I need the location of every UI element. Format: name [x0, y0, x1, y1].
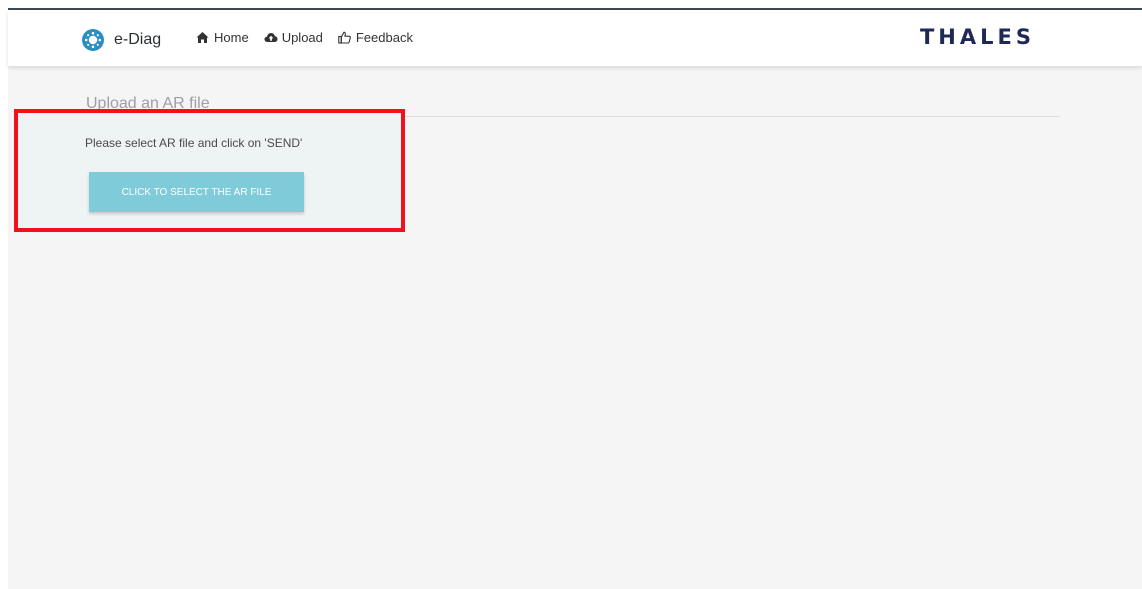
brand-name: e-Diag	[114, 31, 162, 48]
nav-feedback-label: Feedback	[355, 30, 413, 45]
sun-gear-icon	[82, 29, 104, 51]
nav-upload-label: Upload	[281, 30, 323, 45]
home-icon	[196, 31, 209, 44]
brand[interactable]: e-Diag	[82, 28, 161, 52]
navbar: e-Diag Home Upload Feedback THALES	[8, 10, 1142, 66]
main-content: Upload an AR file Please select AR file …	[8, 66, 1142, 589]
cloud-upload-icon	[264, 31, 278, 44]
nav-upload[interactable]: Upload	[264, 30, 323, 45]
upload-instruction: Please select AR file and click on 'SEND…	[85, 136, 303, 150]
select-ar-file-button[interactable]: CLICK TO SELECT THE AR FILE	[89, 172, 304, 212]
nav-home[interactable]: Home	[196, 30, 249, 45]
main-nav: Home Upload Feedback	[196, 30, 428, 45]
nav-feedback[interactable]: Feedback	[338, 30, 413, 45]
thales-logo: THALES	[919, 25, 1035, 49]
thumbs-up-icon	[338, 31, 351, 44]
upload-panel: Please select AR file and click on 'SEND…	[14, 109, 405, 232]
nav-home-label: Home	[214, 30, 249, 45]
